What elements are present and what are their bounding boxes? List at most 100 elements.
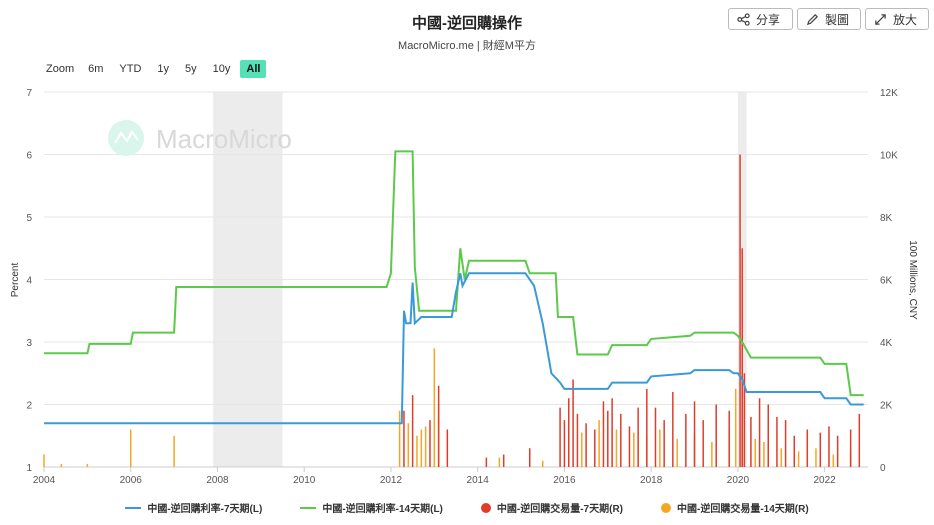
y-right-tick-label: 10K (880, 151, 898, 162)
vol7-bar (685, 413, 687, 467)
vol14-bar (754, 438, 756, 467)
vol7-bar (446, 429, 449, 467)
legend-swatch-vol14 (661, 502, 671, 513)
vol7-bar (585, 423, 587, 467)
vol7-bar (628, 426, 631, 467)
y-left-tick-label: 1 (26, 463, 32, 474)
vol7-bar (485, 457, 488, 467)
vol7-bar (767, 404, 770, 467)
y-right-tick-label: 0 (880, 463, 886, 474)
vol7-bar (776, 417, 778, 467)
vol7-bar (663, 420, 665, 467)
x-tick-label: 2004 (33, 475, 56, 486)
y-right-tick-label: 2K (880, 401, 893, 412)
vol7-bar (611, 398, 613, 467)
watermark-text: MacroMicro (156, 124, 292, 154)
legend-item-vol14[interactable]: 中國-逆回購交易量-14天期(R) (661, 500, 809, 515)
legend: 中國-逆回購利率-7天期(L) 中國-逆回購利率-14天期(L) 中國-逆回購交… (0, 500, 934, 515)
vol14-bar (633, 432, 635, 467)
vol14-bar (780, 448, 783, 467)
vol7-bar (594, 429, 596, 467)
vol7-bar (728, 410, 730, 467)
vol14-bar (129, 429, 132, 467)
vol7-bar (528, 448, 531, 467)
legend-swatch-rate7 (125, 506, 142, 509)
vol7-bar (784, 420, 787, 467)
chart-area[interactable]: MacroMicro 1 2 3 4 5 6 7 0 2K 4K 6K 8K 10K 12K 2004 200… (0, 0, 934, 525)
y-left-tick-label: 3 (26, 338, 32, 349)
vol7-bar (563, 420, 566, 467)
y-left-tick-label: 2 (26, 401, 32, 412)
x-tick-label: 2012 (380, 475, 403, 486)
y-left-axis-label: Percent (10, 263, 21, 298)
vol14-bar (676, 438, 678, 467)
legend-label-rate7: 中國-逆回購利率-7天期(L) (147, 504, 263, 515)
vol7-bar (836, 435, 839, 467)
vol7-bar (806, 429, 809, 467)
legend-item-rate14[interactable]: 中國-逆回購利率-14天期(L) (300, 500, 443, 515)
vol14-bar (711, 442, 713, 467)
vol14-bar (541, 460, 544, 467)
x-tick-label: 2022 (814, 475, 837, 486)
vol7-bar (411, 395, 414, 467)
x-tick-label: 2016 (553, 475, 576, 486)
y-right-tick-label: 12K (880, 88, 898, 99)
vol7-bar (437, 385, 440, 467)
vol14-bar (424, 426, 427, 467)
legend-swatch-vol7 (480, 502, 491, 513)
vol14-bar (581, 432, 583, 467)
legend-item-rate7[interactable]: 中國-逆回購利率-7天期(L) (125, 500, 262, 515)
vol14-bar (598, 420, 600, 467)
vol7-bar (702, 420, 704, 467)
vol7-bar (607, 410, 609, 467)
vol14-bar (734, 388, 737, 467)
vol7-bar (576, 413, 579, 467)
y-left-tick-label: 7 (26, 88, 32, 99)
vol14-bar (416, 435, 418, 467)
vol7-bar (429, 420, 431, 467)
vol14-bar (832, 454, 835, 467)
vol7-bar (715, 404, 717, 467)
y-right-axis-label: 100 Millions, CNY (907, 240, 918, 320)
vol14-bar (433, 348, 436, 467)
legend-label-rate14: 中國-逆回購利率-14天期(L) (322, 504, 443, 515)
vol14-bar (398, 410, 401, 467)
vol7-bar (750, 417, 752, 467)
vol14-bar (173, 435, 175, 467)
x-tick-label: 2020 (727, 475, 750, 486)
x-tick-label: 2008 (206, 475, 229, 486)
vol7-bar (758, 398, 761, 467)
vol14-bar (797, 451, 800, 467)
y-right-tick-label: 4K (880, 338, 893, 349)
x-tick-label: 2006 (120, 475, 143, 486)
vol7-bar (602, 401, 605, 467)
vol7-bar (693, 401, 696, 467)
vol7-bar (502, 454, 505, 467)
vol7-bar (568, 398, 570, 467)
vol14-bar (407, 423, 410, 467)
legend-label-vol7: 中國-逆回購交易量-7天期(R) (496, 504, 623, 515)
vol7-bar (739, 154, 741, 467)
vol7-bar (741, 248, 743, 467)
vol7-bar (819, 432, 822, 467)
vol7-bar (620, 413, 622, 467)
vol14-bar (60, 463, 63, 467)
y-left-tick-label: 6 (26, 151, 32, 162)
legend-item-vol7[interactable]: 中國-逆回購交易量-7天期(R) (480, 500, 623, 515)
vol14-bar (498, 457, 501, 467)
vol14-bar (43, 454, 45, 467)
vol14-bar (86, 463, 89, 467)
vol7-bar (654, 407, 657, 467)
y-left-tick-label: 4 (26, 276, 32, 287)
vol14-bar (420, 429, 423, 467)
vol14-bar (815, 448, 817, 467)
vol7-bar (637, 407, 639, 467)
y-left-tick-label: 5 (26, 213, 32, 224)
x-tick-label: 2014 (467, 475, 490, 486)
vol7-bar (646, 388, 648, 467)
vol7-bar (559, 407, 561, 467)
legend-label-vol14: 中國-逆回購交易量-14天期(R) (677, 504, 809, 515)
vol7-bar (858, 413, 861, 467)
y-right-tick-label: 8K (880, 213, 893, 224)
y-right-tick-label: 6K (880, 276, 893, 287)
